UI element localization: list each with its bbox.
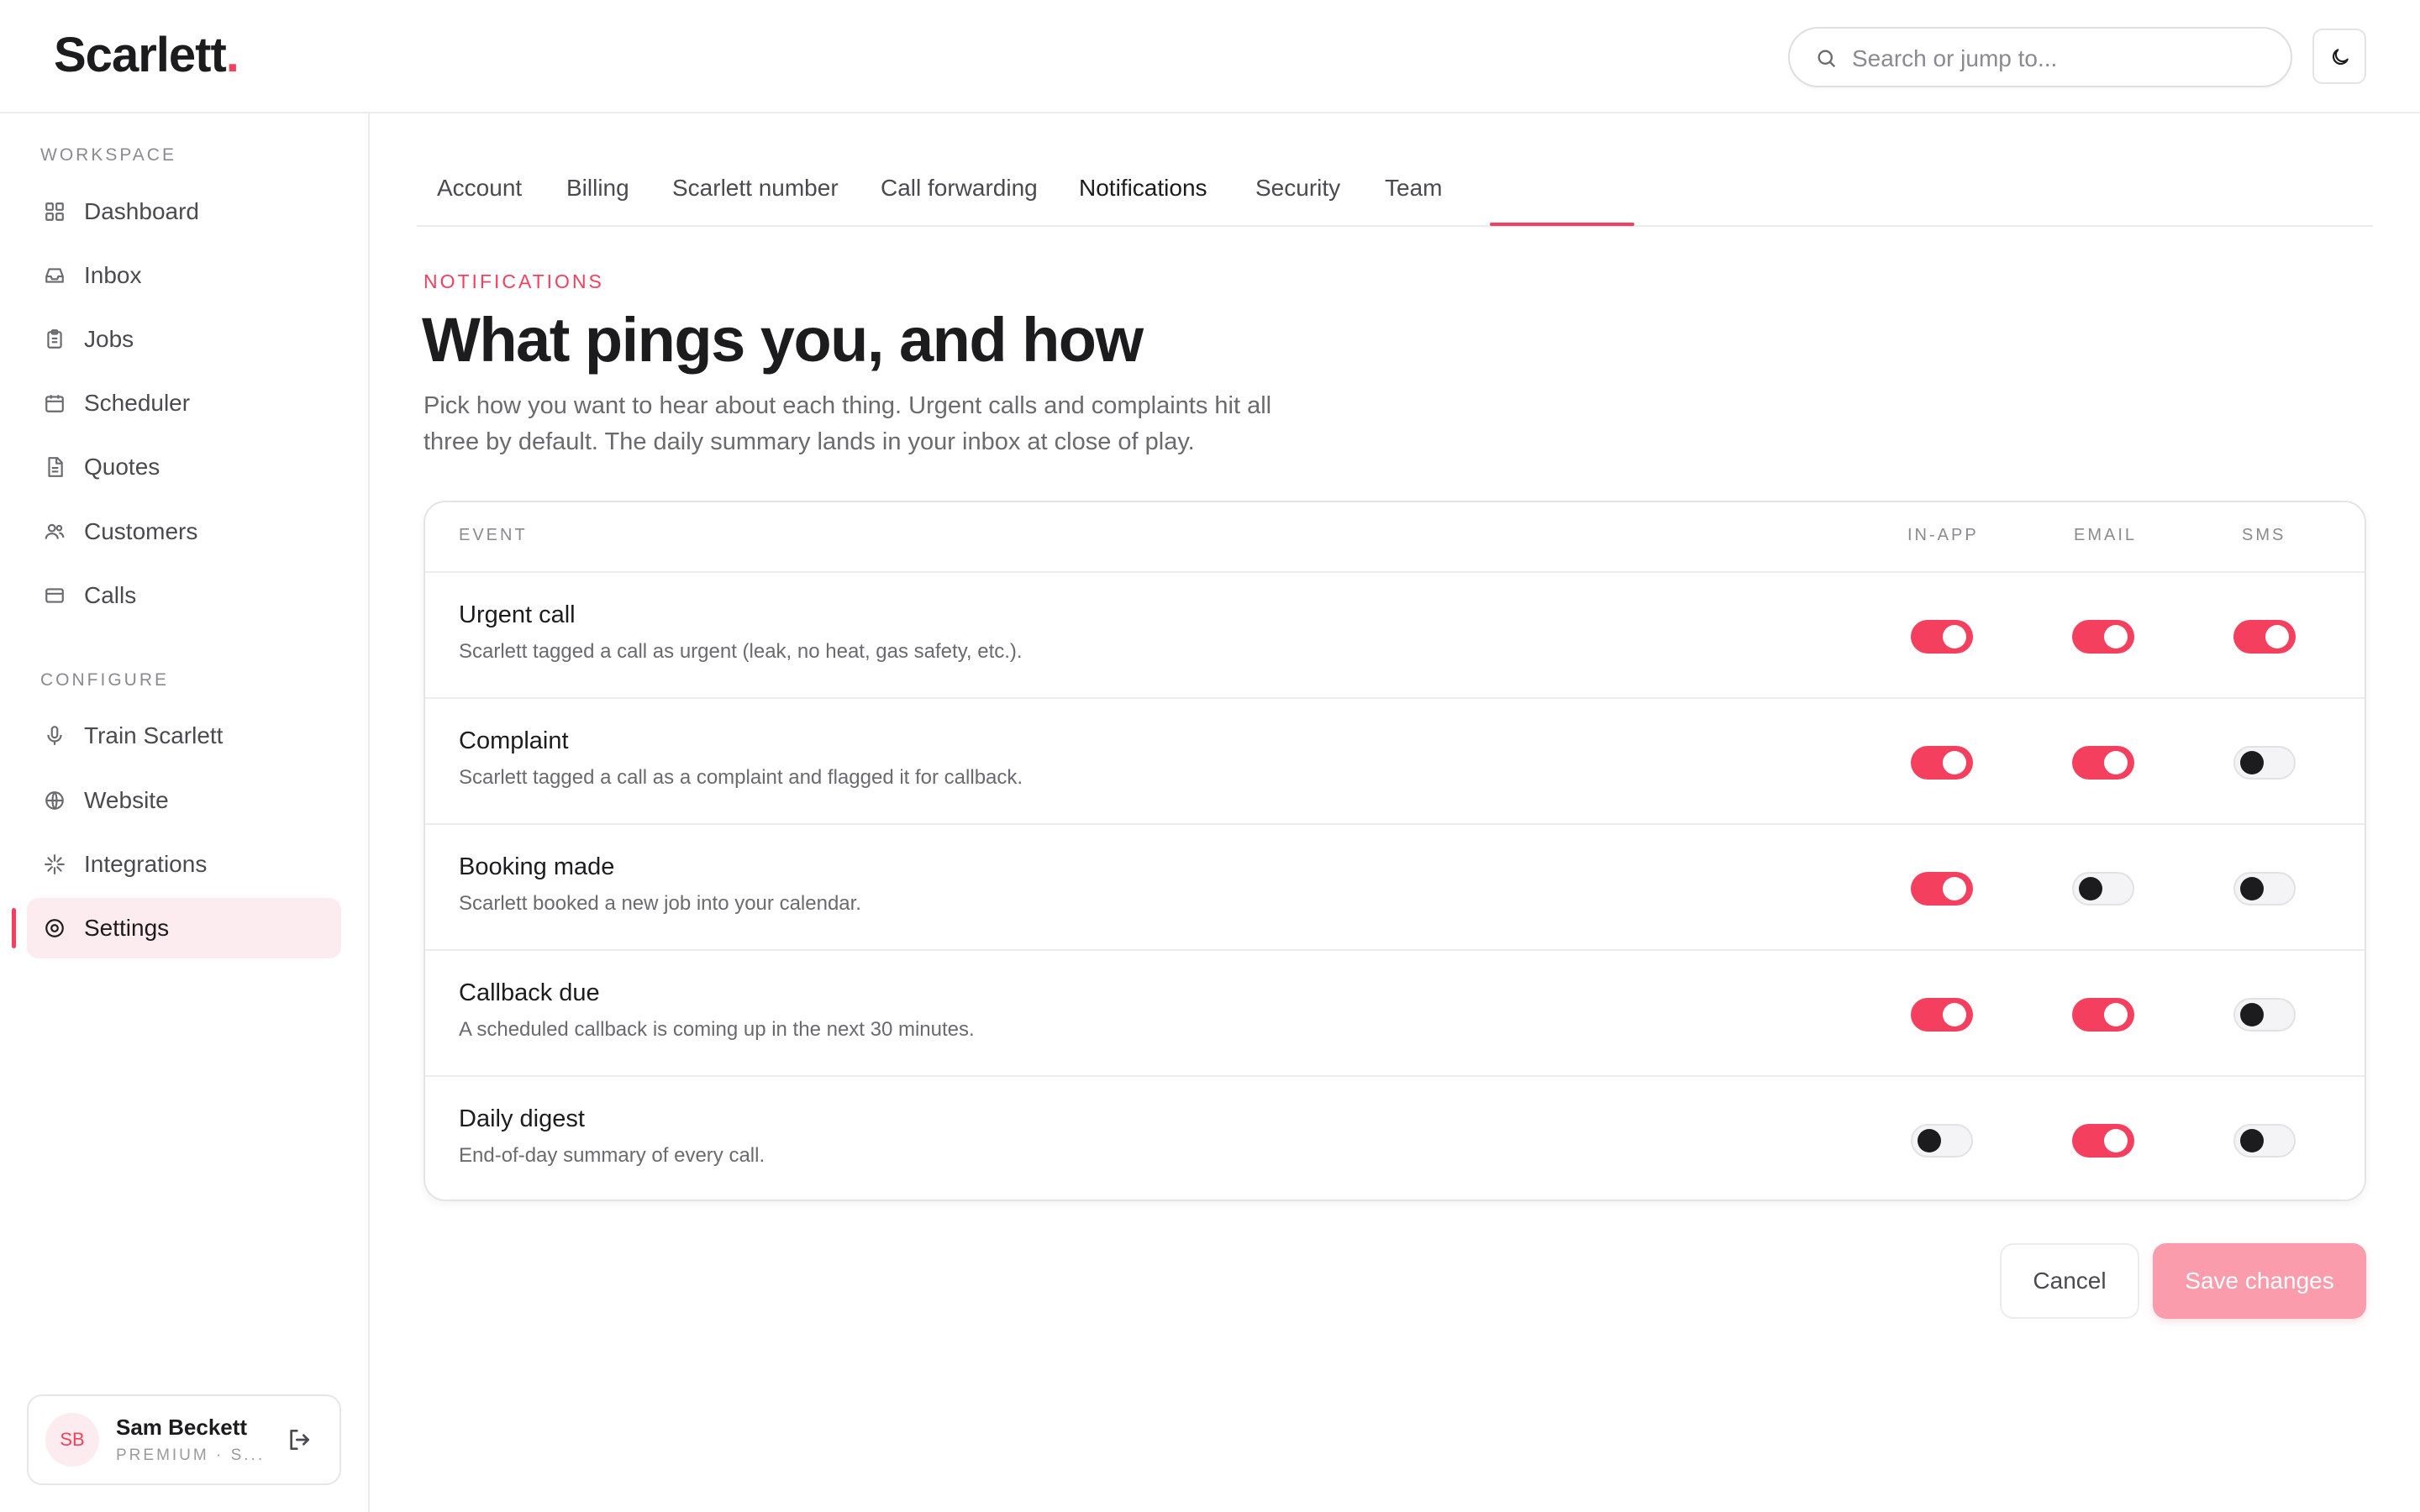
sidebar: WORKSPACE Dashboard Inbox Jobs Scheduler…	[0, 113, 370, 1512]
table-row: Complaint Scarlett tagged a call as a co…	[425, 697, 2365, 823]
tab-call-forwarding[interactable]: Call forwarding	[881, 175, 1038, 227]
event-title: Urgent call	[459, 601, 576, 628]
email-toggle[interactable]	[2072, 872, 2134, 906]
card-icon	[45, 588, 64, 603]
tab-scarlett-number[interactable]: Scarlett number	[672, 175, 839, 227]
column-header-email: EMAIL	[2074, 526, 2138, 544]
theme-toggle-button[interactable]	[2312, 29, 2366, 84]
document-icon	[48, 457, 63, 477]
in-app-toggle[interactable]	[1911, 620, 1973, 654]
sms-toggle[interactable]	[2233, 872, 2296, 906]
sidebar-item-label: Train Scarlett	[84, 722, 224, 748]
event-title: Complaint	[459, 727, 569, 754]
table-row: Callback due A scheduled callback is com…	[425, 949, 2365, 1075]
avatar: SB	[45, 1413, 99, 1467]
user-profile-card[interactable]: SB Sam Beckett PREMIUM · S...	[27, 1394, 341, 1485]
sidebar-item-train-scarlett[interactable]: Train Scarlett	[27, 706, 341, 766]
table-row: Urgent call Scarlett tagged a call as ur…	[425, 571, 2365, 697]
email-toggle[interactable]	[2072, 746, 2134, 780]
event-title: Callback due	[459, 979, 600, 1006]
in-app-toggle[interactable]	[1911, 998, 1973, 1032]
sidebar-item-quotes[interactable]: Quotes	[27, 437, 341, 497]
user-name: Sam Beckett	[116, 1415, 248, 1440]
sidebar-item-label: Website	[84, 787, 169, 813]
sidebar-item-website[interactable]: Website	[27, 770, 341, 831]
sidebar-item-label: Customers	[84, 518, 198, 544]
column-header-in-app: IN-APP	[1907, 526, 1979, 544]
column-header-event: EVENT	[459, 526, 528, 544]
calendar-icon	[45, 395, 64, 412]
tab-security[interactable]: Security	[1255, 175, 1340, 227]
sidebar-item-settings[interactable]: Settings	[27, 898, 341, 958]
event-description: Scarlett tagged a call as urgent (leak, …	[459, 640, 1023, 663]
sms-toggle[interactable]	[2233, 746, 2296, 780]
top-header: Scarlett. Search or jump to...	[0, 0, 2420, 113]
event-title: Daily digest	[459, 1105, 585, 1132]
event-title: Booking made	[459, 853, 615, 880]
tab-billing[interactable]: Billing	[566, 175, 629, 227]
in-app-toggle[interactable]	[1911, 746, 1973, 780]
sidebar-item-label: Inbox	[84, 262, 142, 288]
sparkle-icon	[45, 854, 65, 874]
sidebar-item-label: Quotes	[84, 454, 160, 480]
sidebar-item-label: Dashboard	[84, 198, 199, 224]
sidebar-item-integrations[interactable]: Integrations	[27, 834, 341, 895]
search-input[interactable]: Search or jump to...	[1788, 27, 2292, 87]
in-app-toggle[interactable]	[1911, 1124, 1973, 1158]
sidebar-item-label: Calls	[84, 582, 137, 608]
sidebar-item-label: Settings	[84, 915, 170, 941]
logout-icon[interactable]	[286, 1426, 313, 1453]
event-description: Scarlett tagged a call as a complaint an…	[459, 766, 1023, 789]
inbox-icon	[45, 268, 64, 283]
page-title: What pings you, and how	[422, 305, 1144, 375]
tab-account[interactable]: Account	[437, 175, 522, 227]
clipboard-icon	[47, 329, 62, 349]
search-icon	[1818, 50, 1836, 68]
sidebar-item-label: Integrations	[84, 851, 208, 877]
sms-toggle[interactable]	[2233, 998, 2296, 1032]
workspace-section-label: WORKSPACE	[40, 145, 176, 165]
notifications-table: EVENT IN-APP EMAIL SMS Urgent call Scarl…	[424, 501, 2366, 1201]
section-eyebrow: NOTIFICATIONS	[424, 270, 604, 292]
user-plan: PREMIUM · S...	[116, 1446, 266, 1464]
table-row: Booking made Scarlett booked a new job i…	[425, 823, 2365, 949]
users-icon	[45, 523, 65, 539]
email-toggle[interactable]	[2072, 1124, 2134, 1158]
settings-icon	[45, 919, 64, 937]
settings-tabs: Account Billing Scarlett number Call for…	[417, 151, 2373, 227]
in-app-toggle[interactable]	[1911, 872, 1973, 906]
sidebar-item-inbox[interactable]: Inbox	[27, 245, 341, 306]
cancel-button[interactable]: Cancel	[2000, 1243, 2139, 1319]
page-description: Pick how you want to hear about each thi…	[424, 392, 1272, 455]
column-header-sms: SMS	[2242, 526, 2286, 544]
save-changes-button[interactable]: Save changes	[2153, 1243, 2366, 1319]
app-logo[interactable]: Scarlett.	[54, 27, 239, 83]
sms-toggle[interactable]	[2233, 1124, 2296, 1158]
event-description: A scheduled callback is coming up in the…	[459, 1018, 975, 1041]
sidebar-item-calls[interactable]: Calls	[27, 565, 341, 626]
sidebar-item-customers[interactable]: Customers	[27, 501, 341, 562]
event-description: Scarlett booked a new job into your cale…	[459, 892, 861, 915]
moon-icon	[2332, 49, 2349, 66]
configure-section-label: CONFIGURE	[40, 670, 169, 690]
sms-toggle[interactable]	[2233, 620, 2296, 654]
grid-icon	[45, 202, 64, 221]
sidebar-item-dashboard[interactable]: Dashboard	[27, 181, 341, 242]
sidebar-item-label: Scheduler	[84, 390, 191, 416]
tab-team[interactable]: Team	[1385, 175, 1442, 227]
sidebar-item-jobs[interactable]: Jobs	[27, 309, 341, 370]
sidebar-item-scheduler[interactable]: Scheduler	[27, 373, 341, 433]
table-row: Daily digest End-of-day summary of every…	[425, 1075, 2365, 1200]
globe-icon	[45, 791, 64, 810]
sidebar-item-label: Jobs	[84, 326, 134, 352]
tab-notifications[interactable]: Notifications	[1079, 175, 1207, 227]
search-placeholder: Search or jump to...	[1852, 45, 2058, 71]
microphone-icon	[47, 726, 62, 745]
active-tab-underline	[1490, 223, 1634, 226]
email-toggle[interactable]	[2072, 620, 2134, 654]
email-toggle[interactable]	[2072, 998, 2134, 1032]
active-indicator	[12, 908, 16, 948]
event-description: End-of-day summary of every call.	[459, 1144, 765, 1167]
